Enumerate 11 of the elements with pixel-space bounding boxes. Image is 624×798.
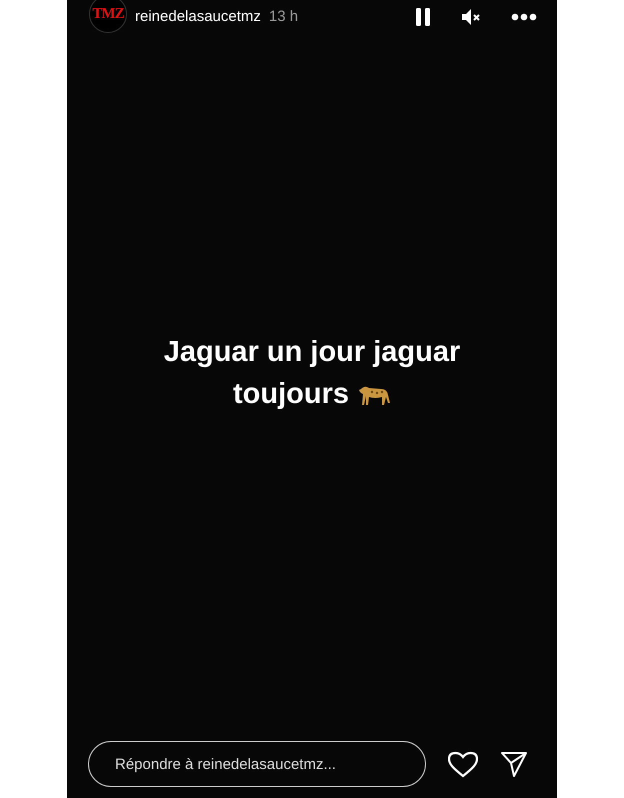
pause-button[interactable] xyxy=(415,7,431,27)
username[interactable]: reinedelasaucetmz xyxy=(135,6,261,28)
send-button[interactable] xyxy=(500,750,528,778)
caption-text: Jaguar un jour jaguar xyxy=(164,334,460,370)
timestamp: 13 h xyxy=(268,6,298,27)
like-button[interactable] xyxy=(448,750,478,778)
more-options-button[interactable] xyxy=(511,13,537,21)
avatar-logo[interactable]: TMZ xyxy=(89,0,127,33)
caption-text: toujours xyxy=(233,377,349,412)
reply-field[interactable]: Répondre à reinedelasaucetmz... xyxy=(88,741,426,787)
muted-speaker-button[interactable] xyxy=(461,7,481,27)
